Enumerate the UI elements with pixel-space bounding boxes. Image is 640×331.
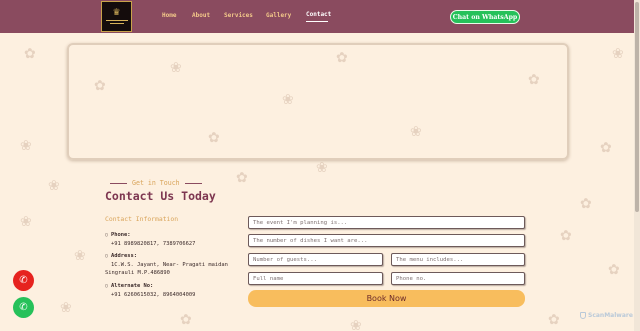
nav-gallery[interactable]: Gallery: [266, 12, 291, 19]
menu-input[interactable]: The menu includes...: [391, 253, 525, 266]
logo-line: [105, 20, 128, 21]
nav-services[interactable]: Services: [224, 12, 253, 19]
logo-line: [109, 23, 124, 24]
book-now-button[interactable]: Book Now: [248, 290, 525, 307]
eyebrow-dash: [184, 182, 202, 184]
nav-home[interactable]: Home: [162, 12, 176, 19]
location-icon: ▯: [105, 253, 109, 259]
active-nav-underline: [306, 21, 328, 22]
section-eyebrow: Get in Touch: [105, 179, 207, 187]
phone-icon: ✆: [19, 275, 28, 286]
eyebrow-dash: [110, 182, 127, 184]
guests-input[interactable]: Number of guests...: [248, 253, 383, 266]
address-label: Address:: [111, 253, 137, 259]
nav-about[interactable]: About: [192, 12, 210, 19]
alternate-info: ▯ Alternate No: +91 6260615032, 896400400…: [105, 282, 195, 299]
event-input[interactable]: The event I'm planning is...: [248, 216, 525, 229]
phone-value: +91 8989820817, 7389706627: [111, 240, 196, 247]
phone-icon: ▯: [105, 232, 109, 238]
address-line2: Singrauli M.P.486890: [105, 270, 170, 276]
scrollbar-thumb[interactable]: [635, 2, 639, 212]
watermark-text: ScanMalware: [588, 312, 633, 319]
contact-info-heading: Contact Information: [105, 215, 179, 223]
full-name-input[interactable]: Full name: [248, 272, 383, 285]
nav-contact[interactable]: Contact: [306, 11, 331, 18]
eyebrow-text: Get in Touch: [132, 179, 180, 187]
page-title: Contact Us Today: [105, 189, 216, 203]
scanmalware-watermark: ScanMalware: [580, 312, 633, 319]
whatsapp-icon: ✆: [19, 302, 28, 313]
address-line1: 1C.W.S. Jayant, Near- Pragati maidan: [111, 261, 228, 268]
phone-input[interactable]: Phone no.: [391, 272, 525, 285]
top-navbar: ♛ Home About Services Gallery Contact Ch…: [0, 0, 640, 33]
brand-logo[interactable]: ♛: [101, 1, 132, 32]
map-embed-frame[interactable]: [67, 43, 569, 160]
chat-on-whatsapp-button[interactable]: Chat on WhatsApp: [450, 10, 520, 24]
shield-icon: [580, 312, 586, 319]
dishes-input[interactable]: The number of dishes I want are...: [248, 234, 525, 247]
alternate-value: +91 6260615032, 8964004009: [111, 291, 196, 298]
alternate-label: Alternate No:: [111, 283, 154, 289]
page-scrollbar[interactable]: [634, 0, 640, 331]
logo-crest-icon: ♛: [112, 8, 121, 18]
floating-whatsapp-button[interactable]: ✆: [13, 297, 34, 318]
phone-info: ▯ Phone: +91 8989820817, 7389706627: [105, 231, 195, 248]
address-info: ▯ Address: 1C.W.S. Jayant, Near- Pragati …: [105, 252, 228, 278]
phone-alt-icon: ▯: [105, 283, 109, 289]
floating-call-button[interactable]: ✆: [13, 270, 34, 291]
phone-label: Phone:: [111, 232, 131, 238]
